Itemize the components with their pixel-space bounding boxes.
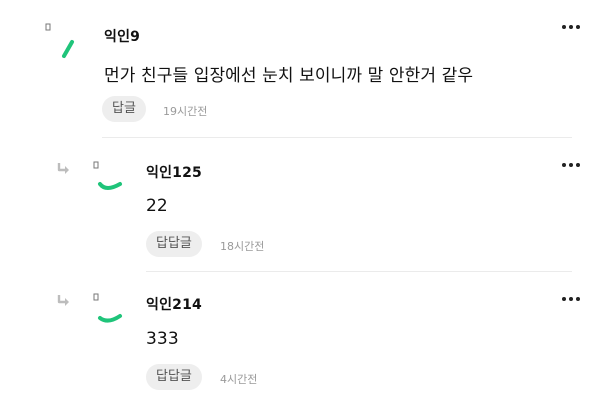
avatar[interactable] [44, 22, 90, 68]
avatar-loading-icon [93, 293, 122, 323]
more-horizontal-icon [562, 297, 580, 301]
comment-text: 먼가 친구들 입장에선 눈치 보이니까 말 안한거 같우 [104, 66, 474, 86]
reply-button[interactable]: 답글 [102, 96, 146, 122]
more-horizontal-icon [562, 163, 580, 167]
more-horizontal-icon [562, 25, 580, 29]
avatar[interactable] [92, 160, 138, 206]
reply-arrow-icon [57, 295, 69, 306]
comment-timestamp: 4시간전 [220, 373, 258, 386]
reply-comment-item: 익인125 22 답답글 18시간전 [0, 138, 616, 272]
comment-text: 333 [146, 329, 179, 349]
reply-comment-item: 익인214 333 답답글 4시간전 [0, 272, 616, 403]
comment-text: 22 [146, 196, 168, 216]
comment-timestamp: 18시간전 [220, 240, 265, 253]
reply-button[interactable]: 답답글 [146, 364, 202, 390]
reply-button[interactable]: 답답글 [146, 231, 202, 257]
avatar-loading-icon [45, 23, 74, 58]
avatar-loading-icon [93, 161, 122, 190]
comment-timestamp: 19시간전 [163, 105, 208, 118]
comment-username[interactable]: 익인9 [104, 26, 140, 46]
comment-username[interactable]: 익인214 [146, 294, 202, 314]
avatar[interactable] [92, 292, 138, 338]
more-options-button[interactable] [560, 290, 582, 302]
more-options-button[interactable] [560, 18, 582, 30]
more-options-button[interactable] [560, 156, 582, 168]
reply-arrow-icon [57, 163, 69, 174]
comment-username[interactable]: 익인125 [146, 162, 202, 182]
comment-item: 익인9 먼가 친구들 입장에선 눈치 보이니까 말 안한거 같우 답글 19시간… [0, 0, 616, 138]
